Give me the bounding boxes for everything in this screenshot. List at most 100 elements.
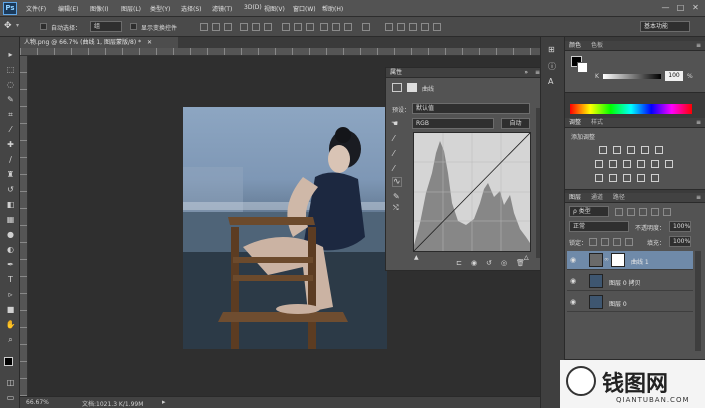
align-vcenter-icon[interactable] xyxy=(212,23,220,31)
exposure-icon[interactable] xyxy=(641,146,649,154)
gradient-tool-icon[interactable]: ▦ xyxy=(5,214,16,225)
layers-panel-menu-icon[interactable]: ≡ xyxy=(696,193,701,203)
filter-smart-object-icon[interactable] xyxy=(663,208,671,216)
blur-tool-icon[interactable]: ● xyxy=(5,229,16,240)
menu-select[interactable]: 选择(S) xyxy=(181,4,202,13)
eraser-tool-icon[interactable]: ◧ xyxy=(5,199,16,210)
align-hcenter-icon[interactable] xyxy=(252,23,260,31)
clip-to-layer-icon[interactable]: ⊏ xyxy=(456,259,462,267)
transform-controls-checkbox[interactable] xyxy=(130,23,137,30)
curves-icon[interactable] xyxy=(627,146,635,154)
gray-point-eyedropper-icon[interactable]: ⁄ xyxy=(393,149,394,158)
visibility-eye-icon[interactable]: ◉ xyxy=(570,298,578,306)
k-channel-slider[interactable] xyxy=(603,74,661,79)
layer-row[interactable]: ◉ 图层 0 xyxy=(567,293,693,312)
tab-color[interactable]: 颜色 xyxy=(569,42,581,49)
layer-link-icon[interactable]: ∞ xyxy=(604,256,609,263)
layer-filter-dropdown[interactable]: ρ 类型 xyxy=(569,206,609,217)
distribute-top-icon[interactable] xyxy=(282,23,290,31)
crop-tool-icon[interactable]: ⌗ xyxy=(5,109,16,120)
document-image[interactable] xyxy=(183,107,387,349)
collapse-panel-icon[interactable]: » xyxy=(524,68,528,78)
filter-pixel-icon[interactable] xyxy=(615,208,623,216)
eyedropper-tool-icon[interactable]: ⁄ xyxy=(5,124,16,135)
menu-view[interactable]: 视图(V) xyxy=(264,4,285,13)
layer-row[interactable]: ◉ ∞ 曲线 1 xyxy=(567,251,693,270)
lock-image-icon[interactable] xyxy=(601,238,609,246)
visibility-eye-icon[interactable]: ◉ xyxy=(570,277,578,285)
tab-layers[interactable]: 图层 xyxy=(569,194,581,201)
filter-type-icon[interactable] xyxy=(639,208,647,216)
type-tool-icon[interactable]: T xyxy=(5,274,16,285)
workspace-dropdown[interactable]: 基本功能 xyxy=(640,21,690,32)
layer-mask-thumbnail[interactable] xyxy=(611,253,625,267)
adjustments-panel-menu-icon[interactable]: ≡ xyxy=(696,118,701,128)
tab-styles[interactable]: 样式 xyxy=(591,119,603,126)
color-spectrum-bar[interactable] xyxy=(570,104,692,114)
move-tool-icon[interactable]: ✥ xyxy=(4,21,12,31)
distribute-bottom-icon[interactable] xyxy=(306,23,314,31)
stamp-tool-icon[interactable]: ♜ xyxy=(5,169,16,180)
opacity-input[interactable]: 100% xyxy=(669,221,691,232)
filter-adjustment-icon[interactable] xyxy=(627,208,635,216)
lock-transparent-icon[interactable] xyxy=(589,238,597,246)
layers-scrollbar[interactable] xyxy=(695,251,701,351)
move-tool-icon[interactable]: ▸ xyxy=(5,49,16,60)
reset-icon[interactable]: ↺ xyxy=(486,259,492,267)
menu-edit[interactable]: 编辑(E) xyxy=(58,4,78,13)
targeted-adjust-icon[interactable]: ☚ xyxy=(391,119,398,128)
menu-3d[interactable]: 3D(D) xyxy=(244,4,262,11)
dodge-tool-icon[interactable]: ◐ xyxy=(5,244,16,255)
align-bottom-icon[interactable] xyxy=(224,23,232,31)
layer-row[interactable]: ◉ 图层 0 拷贝 xyxy=(567,272,693,291)
lock-all-icon[interactable] xyxy=(625,238,633,246)
brush-tool-icon[interactable]: ∕ xyxy=(5,154,16,165)
quick-mask-icon[interactable]: ◫ xyxy=(5,377,16,388)
delete-adjustment-icon[interactable]: 🗑 xyxy=(516,259,525,267)
brightness-contrast-icon[interactable] xyxy=(599,146,607,154)
visibility-icon[interactable]: ◎ xyxy=(501,259,507,267)
lock-position-icon[interactable] xyxy=(613,238,621,246)
3d-slide-icon[interactable] xyxy=(421,23,429,31)
color-lookup-icon[interactable] xyxy=(665,160,673,168)
align-top-icon[interactable] xyxy=(200,23,208,31)
auto-button[interactable]: 自动 xyxy=(501,118,530,129)
hand-tool-icon[interactable]: ✋ xyxy=(5,319,16,330)
curves-adjustment-icon[interactable] xyxy=(392,83,402,92)
tab-adjustments[interactable]: 调整 xyxy=(569,119,581,126)
auto-select-dropdown[interactable]: 组 xyxy=(90,21,122,32)
character-panel-icon[interactable]: A xyxy=(548,77,553,86)
tab-paths[interactable]: 路径 xyxy=(613,194,625,201)
menu-help[interactable]: 帮助(H) xyxy=(322,4,343,13)
filter-shape-icon[interactable] xyxy=(651,208,659,216)
pen-tool-icon[interactable]: ✒ xyxy=(5,259,16,270)
lasso-tool-icon[interactable]: ◌ xyxy=(5,79,16,90)
background-color-swatch[interactable] xyxy=(577,62,588,73)
tab-channels[interactable]: 通道 xyxy=(591,194,603,201)
posterize-icon[interactable] xyxy=(609,174,617,182)
hue-saturation-icon[interactable] xyxy=(595,160,603,168)
align-left-icon[interactable] xyxy=(240,23,248,31)
channel-mixer-icon[interactable] xyxy=(651,160,659,168)
vibrance-icon[interactable] xyxy=(655,146,663,154)
menu-file[interactable]: 文件(F) xyxy=(26,4,46,13)
menu-layer[interactable]: 图层(L) xyxy=(121,4,141,13)
smooth-curve-icon[interactable]: ⤭ xyxy=(393,204,399,213)
foreground-color-swatch[interactable] xyxy=(4,357,13,366)
3d-orbit-icon[interactable] xyxy=(385,23,393,31)
selective-color-icon[interactable] xyxy=(651,174,659,182)
fill-input[interactable]: 100% xyxy=(669,236,691,247)
3d-pan-icon[interactable] xyxy=(409,23,417,31)
distribute-vcenter-icon[interactable] xyxy=(294,23,302,31)
maximize-button[interactable]: □ xyxy=(674,2,687,14)
status-menu-arrow-icon[interactable]: ▸ xyxy=(162,398,166,406)
tab-swatches[interactable]: 色板 xyxy=(591,42,603,49)
distribute-left-icon[interactable] xyxy=(320,23,328,31)
distribute-hcenter-icon[interactable] xyxy=(332,23,340,31)
align-right-icon[interactable] xyxy=(264,23,272,31)
history-panel-icon[interactable]: ⊞ xyxy=(548,45,555,54)
black-point-eyedropper-icon[interactable]: ⁄ xyxy=(393,134,394,143)
info-panel-icon[interactable]: ⓘ xyxy=(548,61,556,72)
marquee-tool-icon[interactable]: ⬚ xyxy=(5,64,16,75)
channel-dropdown[interactable]: RGB xyxy=(412,118,494,129)
